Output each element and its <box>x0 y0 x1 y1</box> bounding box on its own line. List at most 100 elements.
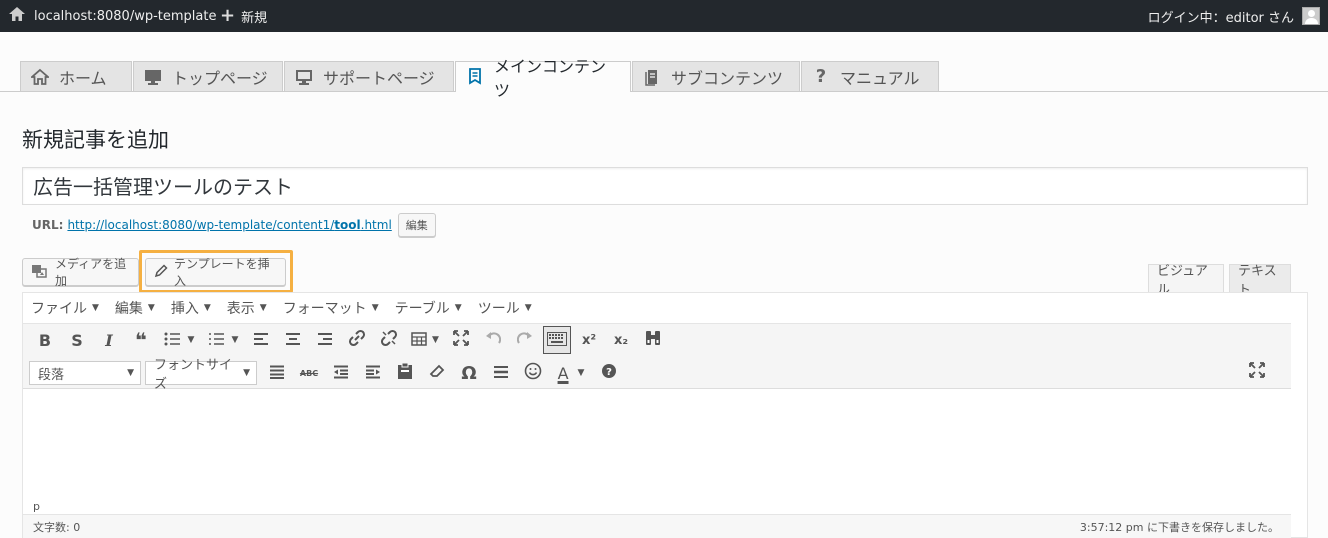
edit-slug-button[interactable]: 編集 <box>397 213 436 237</box>
emoticon-button[interactable] <box>517 359 549 387</box>
chevron-down-icon: ▼ <box>454 303 462 313</box>
align-center-icon <box>285 331 301 350</box>
align-center-button[interactable] <box>277 326 309 354</box>
paste-text-button[interactable] <box>389 359 421 387</box>
chevron-down-icon: ▼ <box>371 303 379 313</box>
tab-top-page-label: トップページ <box>172 68 268 88</box>
tab-home[interactable]: ホーム <box>20 61 132 91</box>
help-button[interactable]: ? <box>593 359 625 387</box>
tab-sub-content[interactable]: サブコンテンツ <box>632 61 800 91</box>
align-left-button[interactable] <box>245 326 277 354</box>
admin-bar-user-menu[interactable]: ログイン中：editor さん <box>1148 0 1320 32</box>
undo-button[interactable] <box>477 326 509 354</box>
strikethrough-button[interactable]: S <box>61 326 93 354</box>
menu-table-label: テーブル <box>394 301 450 317</box>
chevron-down-icon: ▼ <box>187 335 195 345</box>
menu-tools[interactable]: ツール ▼ <box>478 298 532 318</box>
menu-file[interactable]: ファイル ▼ <box>31 298 99 318</box>
home-icon <box>8 6 26 26</box>
insert-link-button[interactable] <box>341 326 373 354</box>
menu-table[interactable]: テーブル ▼ <box>395 298 462 318</box>
editor-menubar: ファイル ▼ 編集 ▼ 挿入 ▼ 表示 ▼ フォーマット ▼ テーブル ▼ ツール ▼ <box>23 293 1307 323</box>
tab-text[interactable]: テキスト <box>1229 264 1291 298</box>
italic-button[interactable]: I <box>93 326 125 354</box>
find-button[interactable] <box>637 326 669 354</box>
superscript-button[interactable]: x² <box>573 326 605 354</box>
admin-bar-site-link[interactable]: localhost:8080/wp-template <box>8 0 216 32</box>
menu-format[interactable]: フォーマット ▼ <box>283 298 379 318</box>
chevron-down-icon: ▼ <box>243 368 250 378</box>
admin-bar-new-button[interactable]: + 新規 <box>220 0 267 32</box>
menu-file-label: ファイル <box>31 301 87 317</box>
element-path[interactable]: p <box>33 500 40 513</box>
font-size-select[interactable]: フォントサイズ ▼ <box>145 358 257 392</box>
redo-icon <box>516 330 533 350</box>
permalink-label: URL: <box>32 218 64 232</box>
monitor-outline-icon <box>295 68 313 86</box>
post-title-input[interactable]: 広告一括管理ツールのテスト <box>22 167 1308 205</box>
numbered-list-button[interactable]: ▼ <box>201 326 245 354</box>
tab-visual[interactable]: ビジュアル <box>1148 264 1224 298</box>
outdent-button[interactable] <box>325 359 357 387</box>
tab-support-page[interactable]: サポートページ <box>284 61 454 91</box>
format-select[interactable]: 段落 ▼ <box>29 361 141 385</box>
editor-content-area[interactable] <box>23 390 1291 494</box>
tab-main-content-label: メインコンテンツ <box>494 57 607 100</box>
permalink-suffix: .html <box>360 218 392 232</box>
editor-toolbar: B S I ❝ ▼ ▼ ▼ x² x₂ 段落 ▼ フォントサイズ ▼ ABC Ω… <box>23 323 1291 392</box>
justify-button[interactable] <box>261 359 293 387</box>
admin-bar-new-label: 新規 <box>241 10 268 26</box>
chevron-down-icon: ▼ <box>259 303 267 313</box>
menu-insert[interactable]: 挿入 ▼ <box>171 298 211 318</box>
distraction-free-button[interactable] <box>1249 362 1265 382</box>
table-button[interactable]: ▼ <box>405 326 445 354</box>
tab-main-content[interactable]: メインコンテンツ <box>455 57 631 100</box>
align-right-button[interactable] <box>309 326 341 354</box>
align-left-icon <box>253 331 269 350</box>
fullscreen-button[interactable] <box>445 326 477 354</box>
bullet-list-button[interactable]: ▼ <box>157 326 201 354</box>
blockquote-button[interactable]: ❝ <box>125 326 157 354</box>
plus-icon: + <box>220 5 236 26</box>
menu-view-label: 表示 <box>226 301 255 317</box>
clear-formatting-button[interactable] <box>421 359 453 387</box>
indent-button[interactable] <box>357 359 389 387</box>
permalink-prefix: http://localhost:8080/wp-template/conten… <box>67 218 335 232</box>
clipboard-icon <box>397 362 413 383</box>
bold-button[interactable]: B <box>29 326 61 354</box>
permalink-link[interactable]: http://localhost:8080/wp-template/conten… <box>67 218 391 232</box>
toolbar-toggle-button[interactable] <box>543 326 571 354</box>
chevron-down-icon: ▼ <box>432 335 439 345</box>
tab-manual-label: マニュアル <box>840 68 920 88</box>
question-icon: ? <box>815 65 827 87</box>
editor-status-bar: 文字数: 0 3:57:12 pm に下書きを保存しました。 <box>23 514 1291 538</box>
chevron-down-icon: ▼ <box>127 368 134 378</box>
menu-edit[interactable]: 編集 ▼ <box>115 298 155 318</box>
permalink: URL: http://localhost:8080/wp-template/c… <box>32 213 436 237</box>
text-color-label: A <box>557 363 569 383</box>
align-right-icon <box>317 331 333 350</box>
home-icon <box>29 68 51 86</box>
table-icon <box>411 331 427 350</box>
horizontal-line-button[interactable] <box>485 359 517 387</box>
subscript-button[interactable]: x₂ <box>605 326 637 354</box>
monitor-icon <box>144 68 162 86</box>
avatar <box>1302 7 1320 25</box>
menu-view[interactable]: 表示 ▼ <box>227 298 267 318</box>
numbered-list-icon <box>208 331 224 350</box>
chevron-down-icon: ▼ <box>577 368 585 378</box>
chevron-down-icon: ▼ <box>203 303 211 313</box>
tab-manual[interactable]: ? マニュアル <box>801 61 939 91</box>
add-media-button[interactable]: メディアを追加 <box>22 257 139 288</box>
undo-icon <box>485 330 502 350</box>
text-color-button[interactable]: A ▼ <box>549 359 593 387</box>
menu-tools-label: ツール <box>477 301 520 317</box>
remove-link-button[interactable] <box>373 326 405 354</box>
format-select-value: 段落 <box>38 367 65 383</box>
strikethrough-abc-button[interactable]: ABC <box>293 359 325 387</box>
chevron-down-icon: ▼ <box>147 303 155 313</box>
redo-button[interactable] <box>509 326 541 354</box>
special-character-button[interactable]: Ω <box>453 359 485 387</box>
tab-top-page[interactable]: トップページ <box>133 61 283 91</box>
unlink-icon <box>380 329 398 351</box>
